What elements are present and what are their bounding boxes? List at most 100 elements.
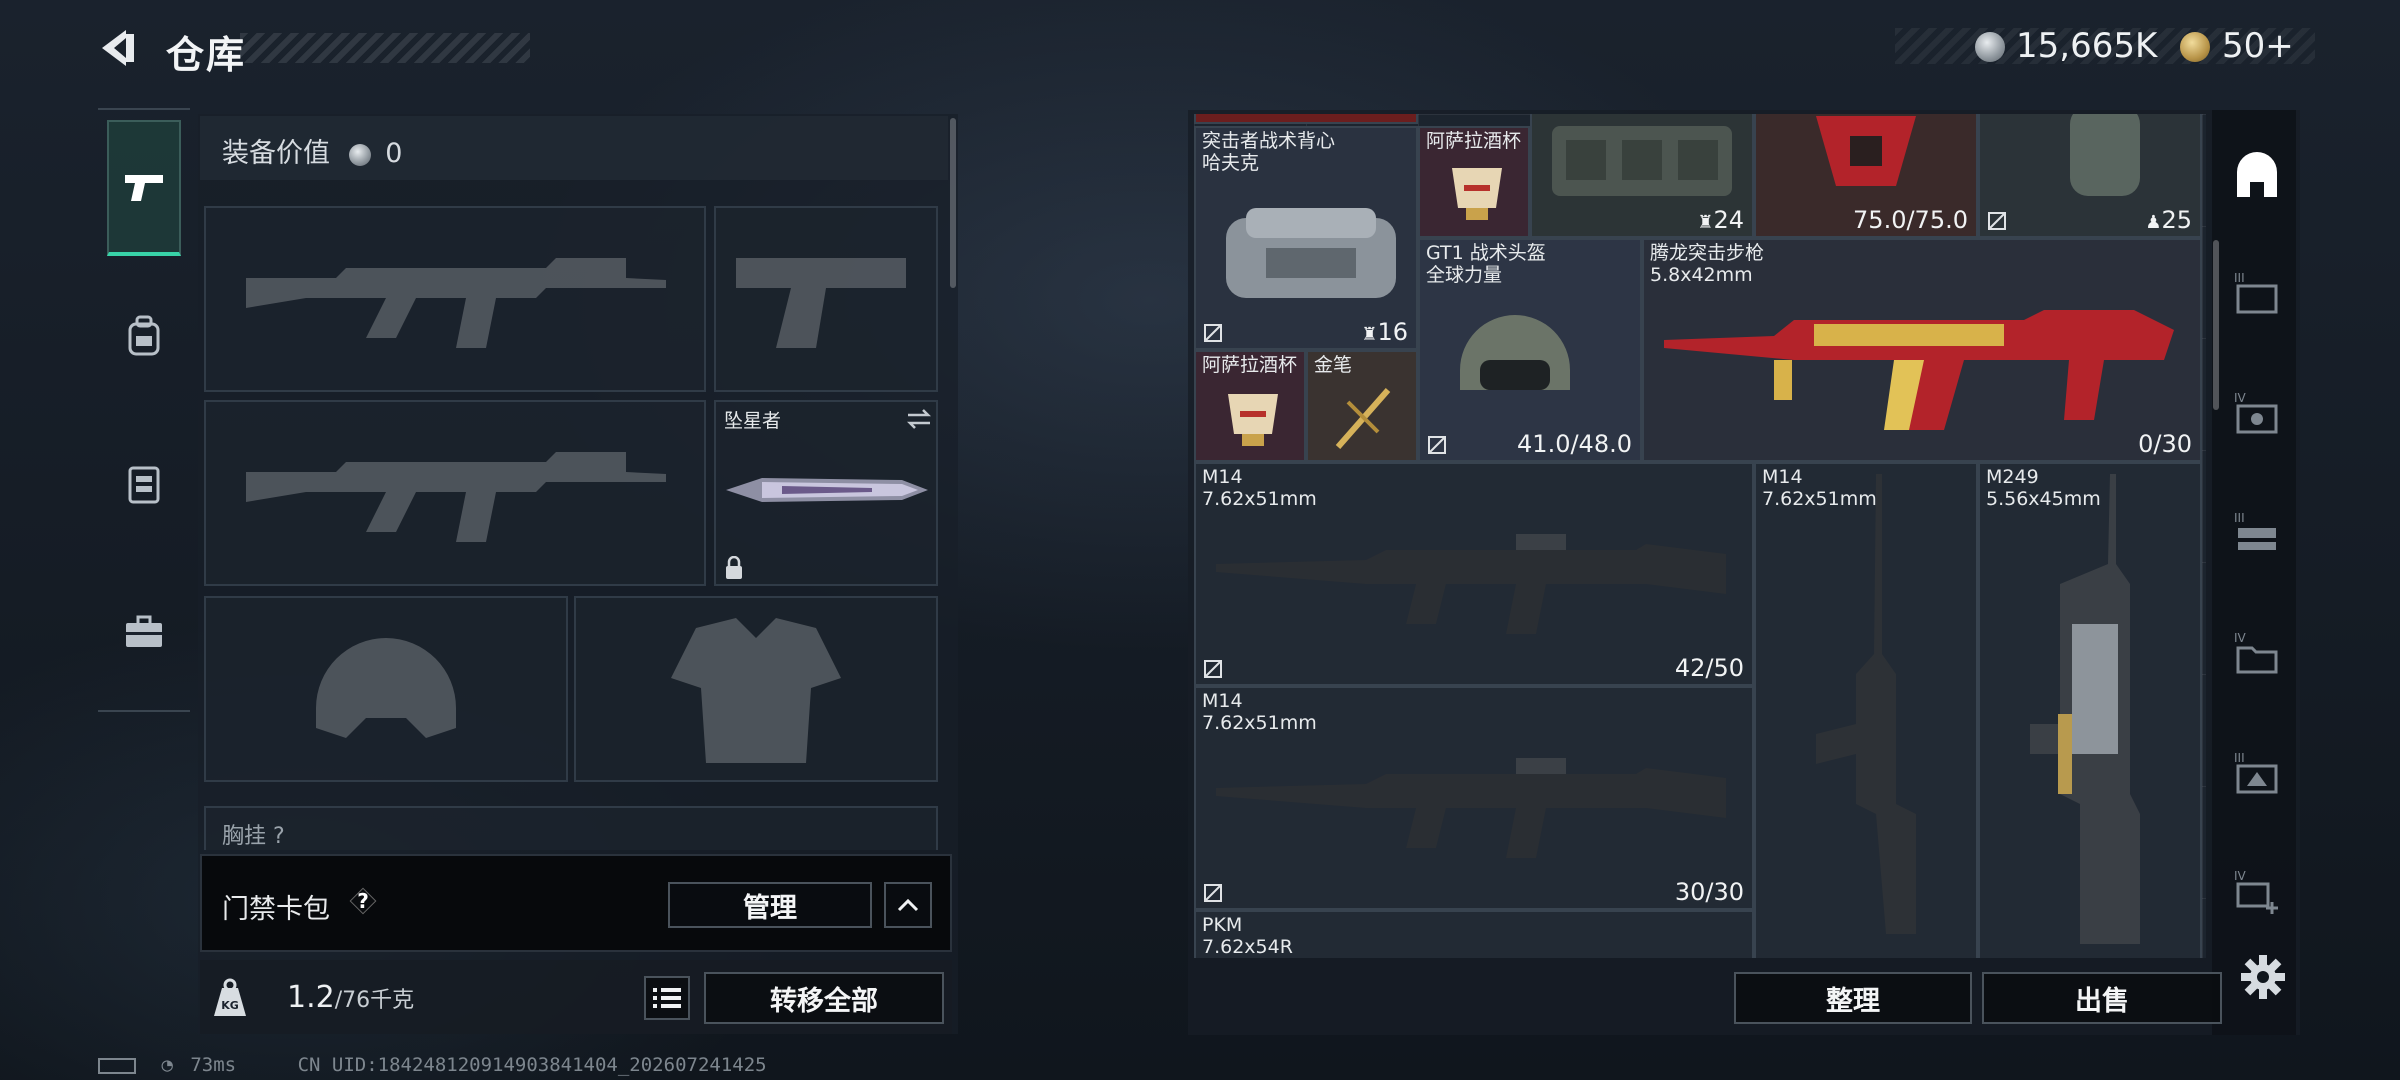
sort-button[interactable]: 整理 xyxy=(1734,972,1972,1024)
equipment-value: 装备价值 0 xyxy=(222,131,402,170)
tab-toolkit[interactable] xyxy=(107,564,181,700)
vest-icon xyxy=(128,466,160,504)
gold-coin-icon xyxy=(2180,32,2210,62)
secondary-weapon-slot[interactable] xyxy=(204,400,706,586)
carry-weight: 1.2/76千克 xyxy=(287,980,414,1015)
manage-button[interactable]: 管理 xyxy=(668,882,872,928)
tier3-container-icon[interactable]: III xyxy=(2232,268,2282,318)
tier3-rack-icon[interactable]: III xyxy=(2232,508,2282,558)
item-name: PKM 7.62x54R xyxy=(1202,914,1293,958)
no-insure-icon xyxy=(1204,324,1222,342)
stash-item-gold-pen[interactable]: 金笔 xyxy=(1306,350,1418,462)
no-insure-icon xyxy=(1204,660,1222,678)
uid-text: CN UID:18424812091490384140­4_2026072414… xyxy=(297,1054,767,1076)
stash-item-m249[interactable]: M249 5.56x45mm xyxy=(1978,462,2202,958)
carry-weight-max: /76千克 xyxy=(334,988,415,1013)
item-durability: 75.0/75.0 xyxy=(1853,206,1968,234)
silver-currency-value: 15,665K xyxy=(2016,26,2158,66)
item-count: ♜24 xyxy=(1697,206,1744,234)
melee-name: 坠星者 xyxy=(724,410,782,432)
ping-value: 73ms xyxy=(190,1054,237,1076)
item-name: 金笔 xyxy=(1314,354,1353,376)
stash-item-pkm[interactable]: PKM 7.62x54R xyxy=(1194,910,1754,958)
pistol-silhouette-icon xyxy=(736,258,906,348)
item-count: ♜16 xyxy=(1361,318,1408,346)
pack-art xyxy=(2070,114,2140,196)
no-insure-icon xyxy=(1204,884,1222,902)
backpack-icon xyxy=(128,315,160,356)
pistol-icon xyxy=(125,175,163,201)
item-name: 阿萨拉酒杯 xyxy=(1202,354,1298,376)
lock-icon xyxy=(726,556,742,579)
tier4-case-icon[interactable]: IV xyxy=(2232,388,2282,438)
back-button[interactable] xyxy=(96,24,144,72)
mask-art xyxy=(1816,116,1916,186)
vest-art xyxy=(1552,126,1732,196)
stash-item-mask[interactable]: 75.0/75.0 xyxy=(1754,114,1978,238)
list-view-button[interactable] xyxy=(644,976,690,1020)
backpack-art xyxy=(1226,208,1396,298)
dragon-rifle-art xyxy=(1664,310,2174,430)
carry-weight-current: 1.2 xyxy=(287,980,335,1015)
svg-text:IV: IV xyxy=(2234,391,2247,405)
equipment-value-label: 装备价值 xyxy=(222,138,330,169)
title-decoration xyxy=(240,33,530,63)
stash-item-cup[interactable]: 阿萨拉酒杯 xyxy=(1418,126,1530,238)
transfer-all-button[interactable]: 转移全部 xyxy=(704,972,944,1024)
stash-item-tactical-backpack[interactable]: 突击者战术背心 哈夫克 ♜16 xyxy=(1194,126,1418,350)
svg-text:IV: IV xyxy=(2234,869,2247,883)
stash-item-pack[interactable]: ♟25 xyxy=(1978,114,2202,238)
pen-art xyxy=(1335,388,1391,449)
stash-grid: 突击者战术背心 哈夫克 ♜16 阿萨拉酒杯 ♜24 75.0/75.0 ♟25 … xyxy=(1194,114,2206,958)
tier4-add-icon[interactable]: IV xyxy=(2232,866,2282,916)
item-name: GT1 战术头盔 全球力量 xyxy=(1426,242,1546,286)
list-icon xyxy=(653,988,681,1008)
helmet-slot[interactable] xyxy=(204,596,568,782)
gear-icon[interactable] xyxy=(2238,952,2288,1002)
item-name: M14 7.62x51mm xyxy=(1202,690,1317,734)
tab-backpack[interactable] xyxy=(107,268,181,404)
svg-text:IV: IV xyxy=(2234,631,2247,645)
helmet-silhouette-icon xyxy=(316,638,456,738)
battery-icon xyxy=(98,1057,136,1074)
cup-art xyxy=(1452,168,1502,220)
status-bar: ◔ 73ms CN UID:18424812091490384140­4_202… xyxy=(98,1054,767,1076)
stash-item-partial[interactable] xyxy=(1194,114,1418,124)
stash-item-vest[interactable]: ♜24 xyxy=(1530,114,1754,238)
stash-item-dragon-rifle[interactable]: 腾龙突击步枪 5.8x42mm 0/30 xyxy=(1642,238,2202,462)
svg-text:III: III xyxy=(2234,511,2245,525)
stash-item-cup[interactable]: 阿萨拉酒杯 xyxy=(1194,350,1306,462)
help-icon[interactable]: ? xyxy=(348,886,378,916)
pistol-slot[interactable] xyxy=(714,206,938,392)
weight-icon: KG xyxy=(214,978,246,1016)
back-arrow-icon xyxy=(102,30,134,66)
stash-item-m14[interactable]: M14 7.62x51mm 30/30 xyxy=(1194,686,1754,910)
stash-scrollbar[interactable] xyxy=(2213,240,2219,410)
page-title: 仓库 xyxy=(166,33,247,77)
item-name: 阿萨拉酒杯 xyxy=(1426,130,1522,152)
stash-item-helmet[interactable]: GT1 战术头盔 全球力量 41.0/48.0 xyxy=(1418,238,1642,462)
tier3-box-icon[interactable]: III xyxy=(2232,748,2282,798)
collapse-button[interactable] xyxy=(884,882,932,928)
swap-icon[interactable] xyxy=(906,408,932,430)
tab-weapons[interactable] xyxy=(107,120,181,256)
loadout-scrollbar[interactable] xyxy=(950,118,956,288)
sell-button[interactable]: 出售 xyxy=(1982,972,2222,1024)
item-ammo: 30/30 xyxy=(1674,878,1744,906)
m249-art xyxy=(2030,474,2140,944)
cup-art xyxy=(1228,394,1278,446)
equipment-value-amount: 0 xyxy=(385,138,403,169)
stash-item-m14-vertical[interactable]: M14 7.62x51mm xyxy=(1754,462,1978,958)
primary-weapon-slot[interactable] xyxy=(204,206,706,392)
melee-knife-art xyxy=(726,478,928,502)
chest-rig-slot[interactable] xyxy=(204,806,938,850)
m14-rifle-art xyxy=(1216,758,1726,858)
item-ammo: 0/30 xyxy=(2138,430,2192,458)
base-icon[interactable] xyxy=(2232,152,2282,202)
melee-slot[interactable]: 坠星者 xyxy=(714,400,938,586)
item-ammo: 42/50 xyxy=(1674,654,1744,682)
stash-item-m14[interactable]: M14 7.62x51mm 42/50 xyxy=(1194,462,1754,686)
tab-vest[interactable] xyxy=(107,416,181,552)
tier4-folder-icon[interactable]: IV xyxy=(2232,628,2282,678)
armor-slot[interactable] xyxy=(574,596,938,782)
